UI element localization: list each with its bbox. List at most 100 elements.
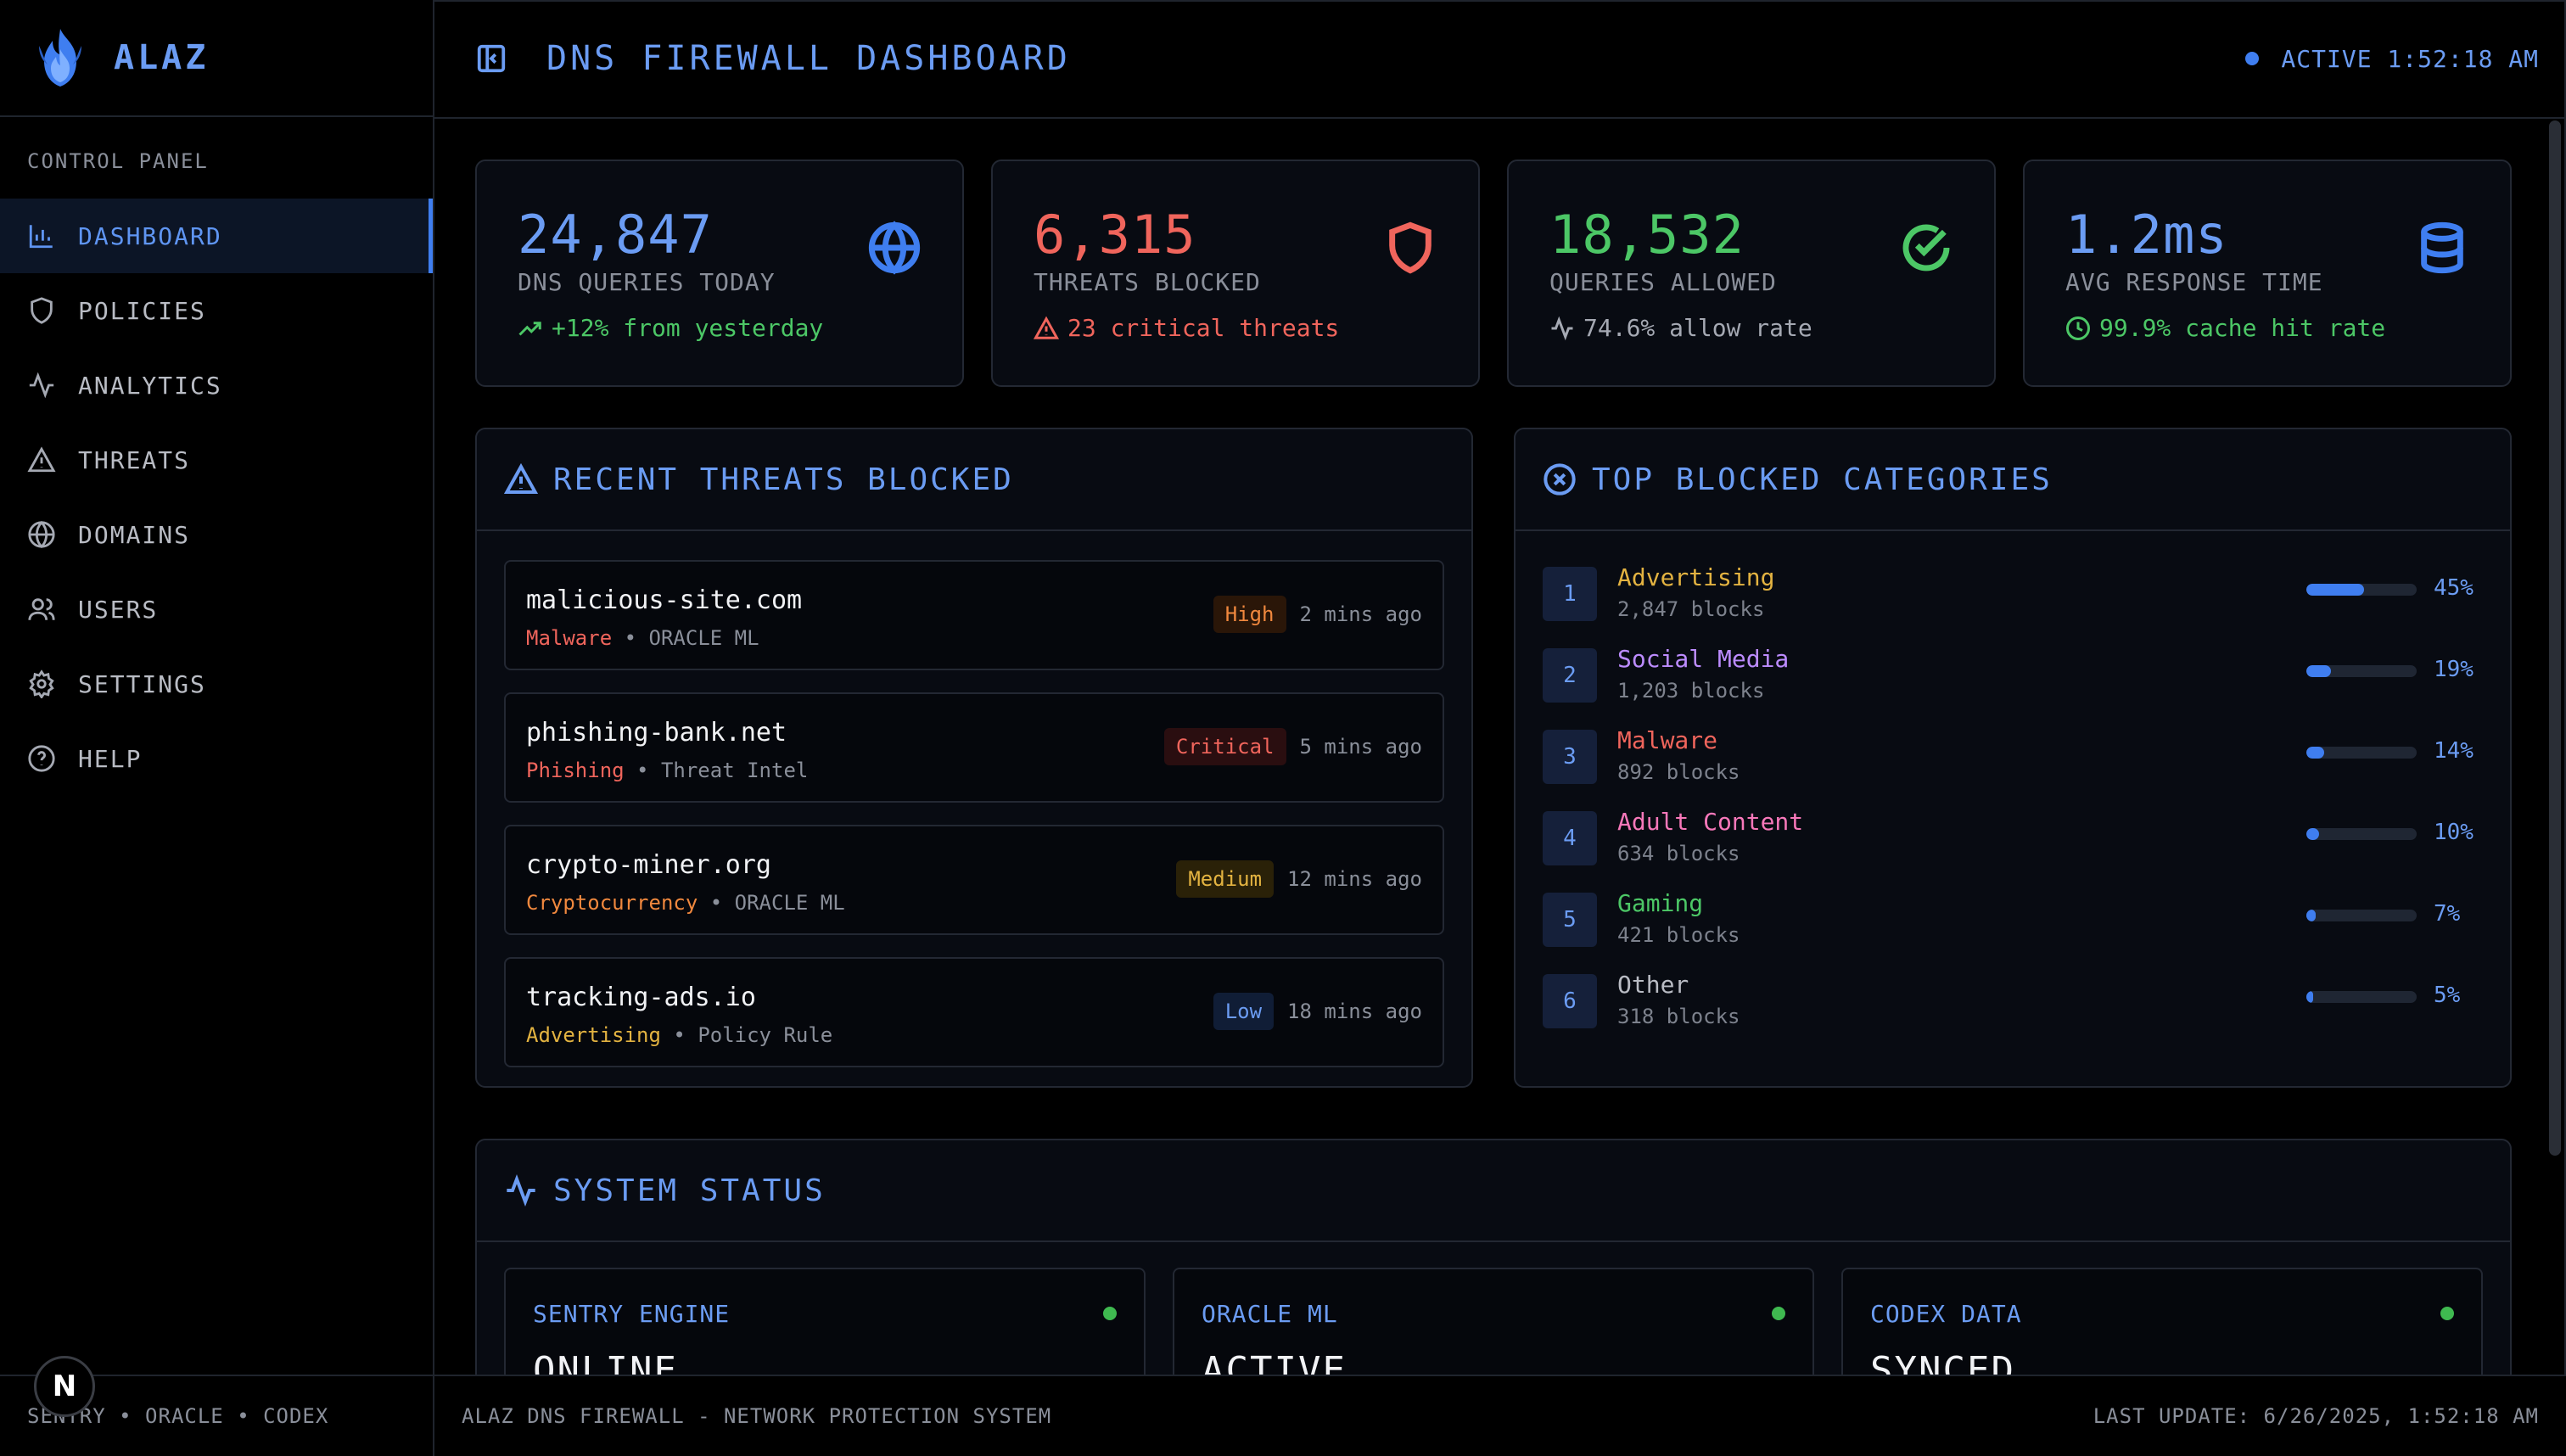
category-percent: 19% [2434,657,2474,682]
sidebar-toggle-icon[interactable] [475,42,507,75]
threat-row[interactable]: malicious-site.com Malware • ORACLE ML H… [504,560,1444,670]
category-row[interactable]: 3 Malware 892 blocks 14% [1543,725,2476,792]
threat-category: Phishing [526,759,625,782]
category-row[interactable]: 1 Advertising 2,847 blocks 45% [1543,562,2476,630]
category-name: Gaming [1617,889,1704,917]
category-progress-fill [2306,828,2319,840]
bar-chart-icon [29,225,53,249]
system-name: CODEX DATA [1870,1300,2022,1328]
activity-icon [507,1173,535,1207]
category-progress-bar [2306,991,2417,1003]
status-dot [1772,1307,1785,1320]
sidebar-item-label: USERS [78,595,159,624]
status-indicator: ACTIVE 1:52:18 AM [2245,45,2539,73]
threat-row[interactable]: tracking-ads.io Advertising • Policy Rul… [504,957,1444,1067]
sidebar-item-label: THREATS [78,445,191,474]
sidebar-item-label: DASHBOARD [78,221,222,250]
threat-source: ORACLE ML [734,891,845,915]
stat-subtext: 23 critical threats [1034,314,1339,342]
severity-badge: Medium [1176,860,1275,898]
threat-domain: crypto-miner.org [526,850,771,880]
gear-icon [29,669,54,698]
category-percent: 7% [2434,901,2461,927]
sidebar-item-help[interactable]: HELP [0,721,433,796]
sidebar: ALAZ CONTROL PANEL DASHBOARD POLICIES AN… [0,0,434,1456]
scrollbar[interactable] [2549,120,2561,1156]
severity-badge: Low [1213,993,1275,1030]
threat-meta: Malware • ORACLE ML [526,626,759,650]
brand[interactable]: ALAZ [0,0,433,117]
warning-icon [27,446,56,473]
panel-header: SYSTEM STATUS [477,1140,2510,1242]
panel-header: RECENT THREATS BLOCKED [477,429,1471,531]
category-percent: 10% [2434,820,2474,845]
threat-right: Medium 12 mins ago [1176,860,1422,898]
category-progress-fill [2306,910,2316,921]
category-name: Adult Content [1617,808,1804,836]
stat-label: AVG RESPONSE TIME [2065,268,2323,296]
threat-source: Policy Rule [698,1023,833,1047]
sidebar-item-label: HELP [78,744,143,773]
sidebar-item-users[interactable]: USERS [0,572,433,647]
category-percent: 14% [2434,738,2474,764]
category-rank: 4 [1543,811,1597,865]
sidebar-item-label: POLICIES [78,296,206,325]
sidebar-item-threats[interactable]: THREATS [0,423,433,497]
sidebar-item-domains[interactable]: DOMAINS [0,497,433,572]
category-progress-bar [2306,584,2417,596]
footer-last-update: LAST UPDATE: 6/26/2025, 1:52:18 AM [2093,1404,2539,1428]
brand-name: ALAZ [114,38,210,77]
stat-subtext-label: 74.6% allow rate [1583,314,1812,342]
sidebar-item-policies[interactable]: POLICIES [0,273,433,348]
threat-row[interactable]: crypto-miner.org Cryptocurrency • ORACLE… [504,825,1444,935]
activity-icon [1551,316,1573,340]
status-dot [1103,1307,1117,1320]
footer-left: ALAZ DNS FIREWALL - NETWORK PROTECTION S… [462,1404,1052,1428]
stat-value: 18,532 [1549,204,1745,266]
sidebar-item-analytics[interactable]: ANALYTICS [0,348,433,423]
severity-badge: High [1213,596,1286,633]
shield-icon [31,297,53,324]
sidebar-item-label: ANALYTICS [78,371,222,400]
stat-subtext: 99.9% cache hit rate [2065,314,2385,342]
warning-icon [1034,316,1059,339]
threat-row[interactable]: phishing-bank.net Phishing • Threat Inte… [504,692,1444,803]
stat-label: DNS QUERIES TODAY [518,268,776,296]
threat-category: Cryptocurrency [526,891,698,915]
stat-label: QUERIES ALLOWED [1549,268,1777,296]
threat-right: Low 18 mins ago [1213,993,1422,1030]
panel-title: SYSTEM STATUS [553,1173,826,1208]
threat-time: 2 mins ago [1299,602,1423,626]
category-row[interactable]: 4 Adult Content 634 blocks 10% [1543,806,2476,874]
category-row[interactable]: 2 Social Media 1,203 blocks 19% [1543,643,2476,711]
stat-card-response: 1.2ms AVG RESPONSE TIME 99.9% cache hit … [2023,160,2512,387]
stat-card-allowed: 18,532 QUERIES ALLOWED 74.6% allow rate [1507,160,1996,387]
threat-domain: phishing-bank.net [526,718,787,748]
category-row[interactable]: 5 Gaming 421 blocks 7% [1543,888,2476,955]
threat-right: High 2 mins ago [1213,596,1422,633]
threat-right: Critical 5 mins ago [1163,728,1422,765]
page-footer: ALAZ DNS FIREWALL - NETWORK PROTECTION S… [434,1375,2566,1456]
sidebar-item-settings[interactable]: SETTINGS [0,647,433,721]
category-rank: 5 [1543,893,1597,947]
system-name: SENTRY ENGINE [533,1300,731,1328]
stat-value: 24,847 [518,204,713,266]
category-count: 892 blocks [1617,760,1740,784]
status-dot [2245,52,2260,65]
category-row[interactable]: 6 Other 318 blocks 5% [1543,969,2476,1037]
users-icon [28,598,55,620]
dev-tools-badge[interactable]: N [34,1356,95,1417]
threat-time: 12 mins ago [1287,867,1422,891]
globe-icon [28,520,55,549]
threat-meta: Phishing • Threat Intel [526,759,809,782]
stat-subtext-label: 23 critical threats [1067,314,1340,342]
sidebar-item-dashboard[interactable]: DASHBOARD [0,199,433,273]
threat-domain: malicious-site.com [526,585,803,615]
category-progress-bar [2306,910,2417,921]
stat-card-threats: 6,315 THREATS BLOCKED 23 critical threat… [991,160,1480,387]
panel-header: TOP BLOCKED CATEGORIES [1516,429,2510,531]
category-percent: 45% [2434,575,2474,601]
panel-title: RECENT THREATS BLOCKED [553,462,1014,497]
category-progress-fill [2306,991,2313,1003]
database-icon [2421,221,2463,274]
